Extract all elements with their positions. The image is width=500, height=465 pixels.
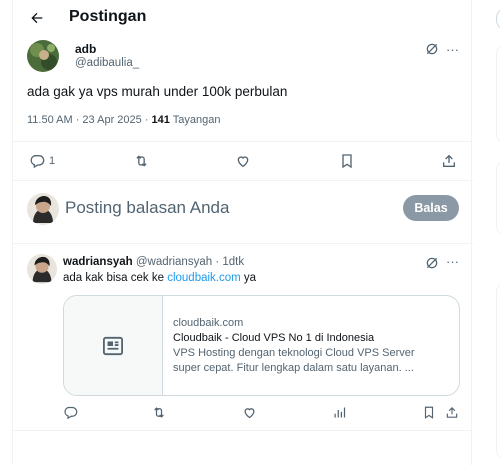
- bookmark-action[interactable]: [422, 405, 436, 420]
- page-title: Postingan: [69, 8, 147, 25]
- divider: [13, 430, 473, 431]
- divider: [13, 180, 473, 181]
- reply-text: ada kak bisa cek ke cloudbaik.com ya: [63, 272, 256, 284]
- link-preview-body: cloudbaik.com Cloudbaik - Cloud VPS No 1…: [163, 296, 415, 395]
- divider: [13, 243, 473, 244]
- post-author-name[interactable]: adb: [75, 42, 96, 56]
- grok-icon[interactable]: [425, 256, 439, 275]
- reply-link[interactable]: cloudbaik.com: [167, 272, 241, 284]
- post-column: Postingan adb @adibaulia_ ··· ada gak ya…: [12, 0, 473, 465]
- page-header: Postingan: [13, 0, 473, 36]
- link-preview-description-line2: super cepat. Fitur lengkap dalam satu la…: [173, 362, 414, 374]
- bookmark-action[interactable]: [339, 153, 355, 169]
- repost-icon: [154, 407, 164, 418]
- reply-age[interactable]: · 1dtk: [212, 256, 244, 268]
- reply-action[interactable]: [63, 405, 78, 420]
- reply-author-avatar[interactable]: [27, 254, 57, 284]
- reply-author-name[interactable]: wadriansyah: [63, 256, 133, 268]
- article-icon: [103, 336, 123, 355]
- divider: [13, 141, 473, 142]
- reply-icon: [30, 155, 45, 169]
- link-preview-thumbnail: [64, 296, 163, 395]
- repost-action[interactable]: [133, 153, 150, 169]
- link-preview-description-line1: VPS Hosting dengan teknologi Cloud VPS S…: [173, 347, 415, 359]
- reply-text-before: ada kak bisa cek ke: [63, 272, 168, 284]
- link-preview-domain: cloudbaik.com: [173, 317, 244, 329]
- sidebar-card-edge: [496, 44, 500, 144]
- heart-icon: [237, 156, 249, 168]
- views-action[interactable]: [332, 405, 347, 420]
- right-sidebar-edge: [492, 0, 500, 465]
- post-author-handle[interactable]: @adibaulia_: [75, 57, 139, 69]
- bookmark-icon: [342, 154, 352, 169]
- more-options-icon[interactable]: ···: [446, 42, 459, 57]
- post-timestamp[interactable]: 11.50 AM · 23 Apr 2025 ·: [27, 114, 152, 126]
- bookmark-icon: [424, 406, 434, 419]
- reply-button[interactable]: Balas: [403, 195, 459, 221]
- current-user-avatar[interactable]: [27, 193, 59, 225]
- grok-icon[interactable]: [425, 42, 439, 61]
- share-action[interactable]: [441, 153, 457, 169]
- search-box-edge[interactable]: [496, 8, 500, 30]
- like-action[interactable]: [242, 405, 257, 420]
- analytics-icon: [334, 407, 346, 418]
- reply-icon: [64, 406, 78, 420]
- link-preview-title: Cloudbaik - Cloud VPS No 1 di Indonesia: [173, 332, 375, 344]
- reply-count: 1: [49, 155, 56, 167]
- more-options-icon[interactable]: ···: [446, 254, 459, 269]
- repost-action[interactable]: [151, 405, 167, 420]
- post-views-label: Tayangan: [169, 114, 221, 126]
- reply-author-handle[interactable]: @wadriansyah: [136, 256, 212, 268]
- reply-text-after: ya: [240, 272, 257, 284]
- post-author-avatar[interactable]: [27, 40, 59, 72]
- share-action[interactable]: [445, 405, 459, 420]
- heart-icon: [244, 408, 255, 419]
- repost-icon: [136, 155, 147, 167]
- post-meta: 11.50 AM · 23 Apr 2025 · 141 Tayangan: [27, 114, 220, 126]
- sidebar-card-edge: [496, 160, 500, 236]
- back-arrow-icon[interactable]: [27, 8, 47, 28]
- sidebar-card-edge: [496, 282, 500, 460]
- reply-composer-input[interactable]: Posting balasan Anda: [65, 198, 229, 218]
- reply-action[interactable]: 1: [29, 153, 55, 169]
- post-views-count: 141: [151, 114, 170, 126]
- post-text: ada gak ya vps murah under 100k perbulan: [27, 84, 288, 99]
- reply-header: wadriansyah @wadriansyah · 1dtk: [63, 256, 244, 268]
- share-icon: [446, 407, 458, 418]
- share-icon: [443, 154, 455, 167]
- link-preview-card[interactable]: cloudbaik.com Cloudbaik - Cloud VPS No 1…: [63, 295, 460, 396]
- like-action[interactable]: [235, 153, 251, 169]
